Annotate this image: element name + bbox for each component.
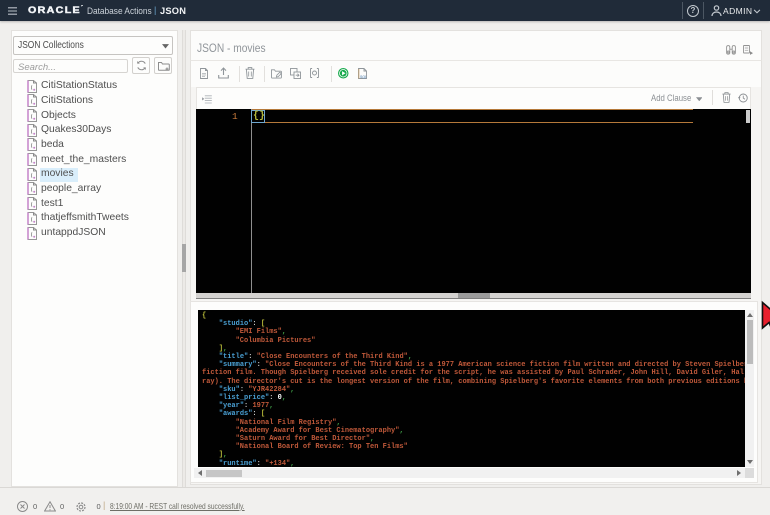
svg-text:SQL: SQL (360, 74, 367, 78)
